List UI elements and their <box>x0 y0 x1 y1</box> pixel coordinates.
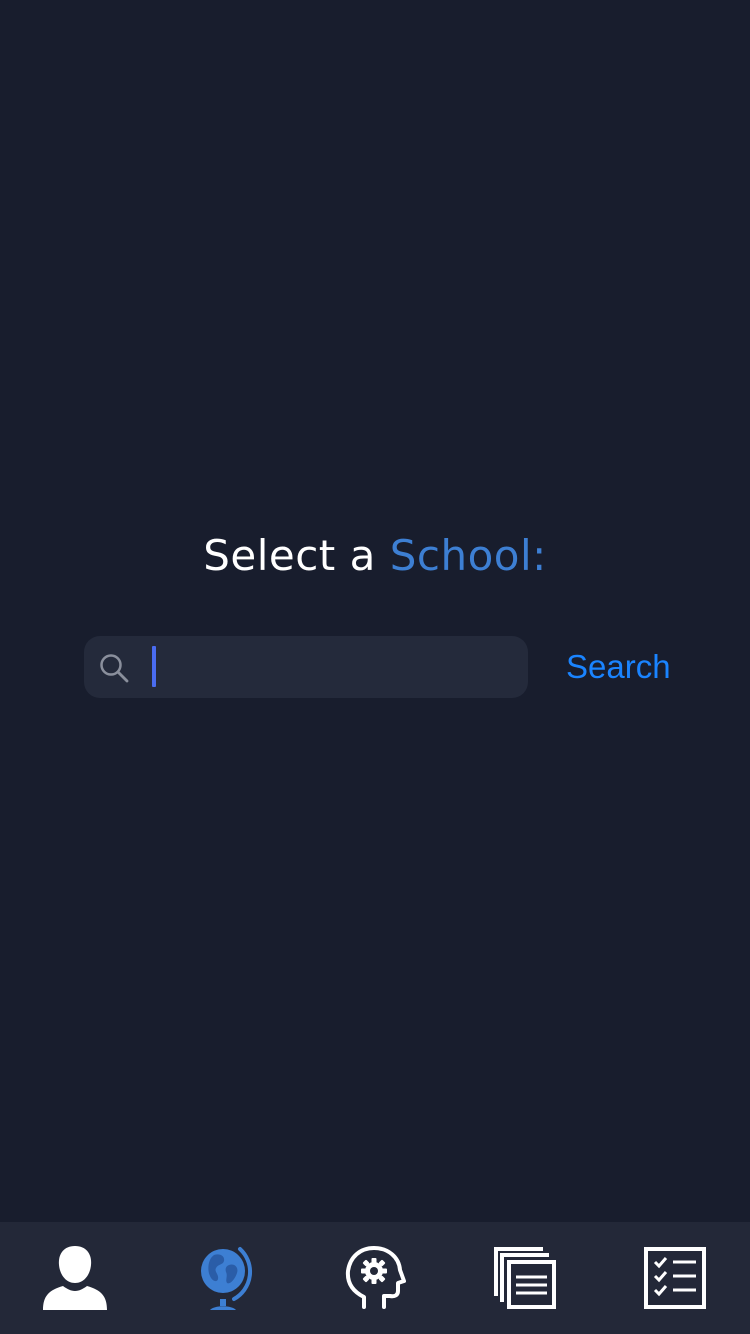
checklist-icon <box>644 1247 706 1309</box>
title-accent: School: <box>389 531 547 580</box>
search-row: Search <box>84 636 684 698</box>
globe-icon <box>201 1247 253 1310</box>
tab-globe[interactable] <box>150 1222 300 1334</box>
page-title: Select a School: <box>0 530 750 582</box>
school-select-screen: Select a School: Search <box>0 0 750 1334</box>
tab-documents[interactable] <box>450 1222 600 1334</box>
profile-icon <box>43 1246 107 1310</box>
tab-profile[interactable] <box>0 1222 150 1334</box>
tab-mind[interactable] <box>300 1222 450 1334</box>
tab-bar <box>0 1222 750 1334</box>
documents-icon <box>494 1247 556 1309</box>
search-icon <box>100 654 129 683</box>
mind-gear-icon <box>345 1246 406 1309</box>
search-input[interactable] <box>144 642 514 692</box>
search-box[interactable] <box>84 636 528 698</box>
title-prefix: Select a <box>203 531 376 580</box>
tab-checklist[interactable] <box>600 1222 750 1334</box>
search-button[interactable]: Search <box>560 636 677 698</box>
text-caret <box>152 646 156 687</box>
